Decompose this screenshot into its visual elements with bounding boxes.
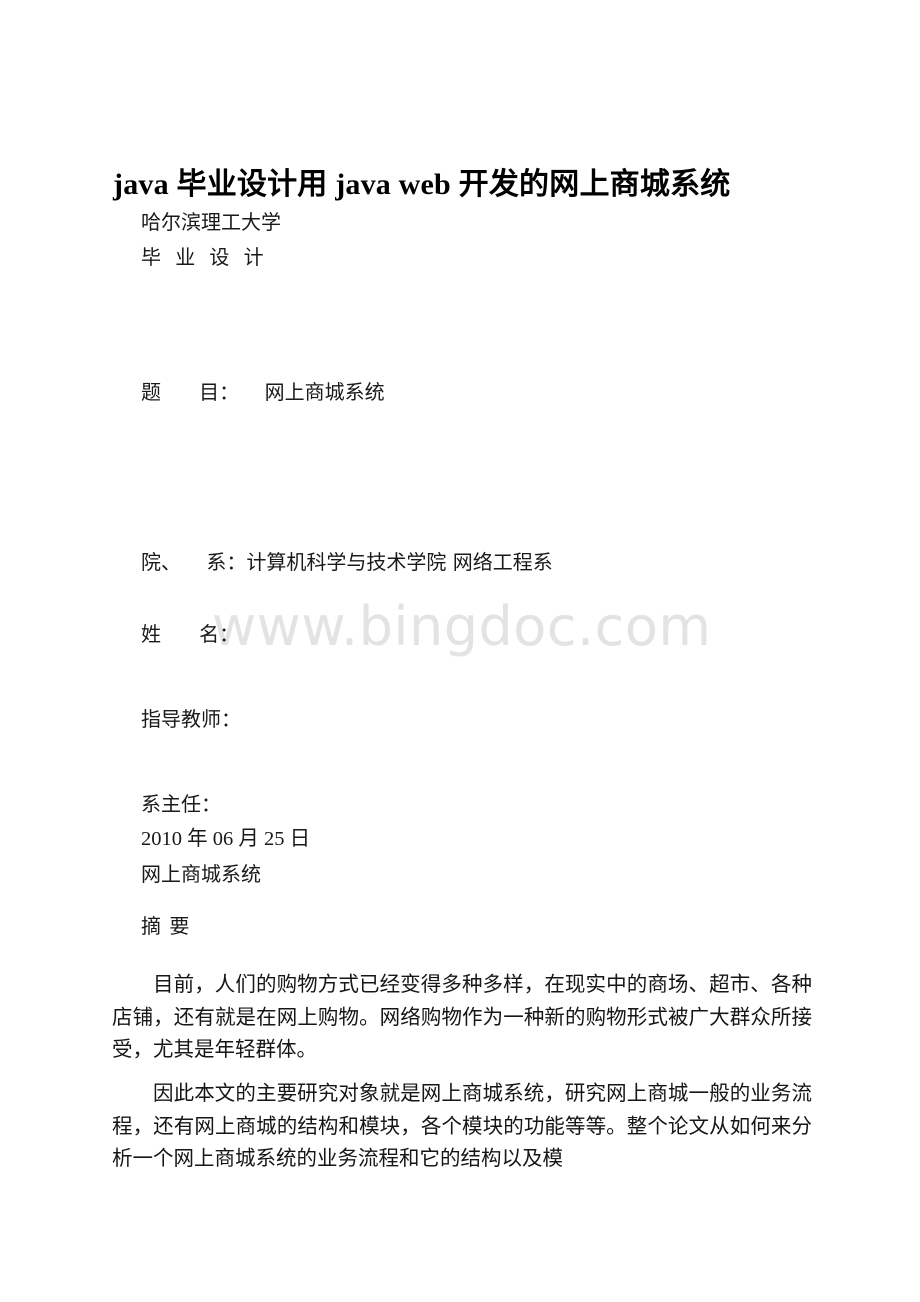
university-name: 哈尔滨理工大学 (141, 210, 281, 234)
document-subtitle: 毕 业 设 计 (141, 245, 265, 269)
watermark-text: www.bingdoc.com (212, 595, 712, 658)
abstract-heading: 摘 要 (141, 914, 191, 938)
page-title: java 毕业设计用 java web 开发的网上商城系统 (113, 168, 731, 202)
document-page: www.bingdoc.com java 毕业设计用 java web 开发的网… (0, 0, 920, 1302)
abstract-paragraph-2: 因此本文的主要研究对象就是网上商城系统，研究网上商城一般的业务流程，还有网上商城… (112, 1081, 812, 1170)
abstract-paragraph-1: 目前，人们的购物方式已经变得多种多样，在现实中的商场、超市、各种店铺，还有就是在… (112, 972, 812, 1061)
thesis-topic-line: 题 目： 网上商城系统 (141, 380, 385, 404)
student-name-line: 姓 名： (141, 622, 240, 646)
system-name-heading: 网上商城系统 (141, 862, 261, 886)
department-line: 院、 系：计算机科学与技术学院 网络工程系 (141, 550, 553, 574)
advisor-line: 指导教师： (141, 707, 241, 731)
date-line: 2010 年 06 月 25 日 (141, 828, 311, 850)
department-head-line: 系主任： (141, 792, 221, 816)
